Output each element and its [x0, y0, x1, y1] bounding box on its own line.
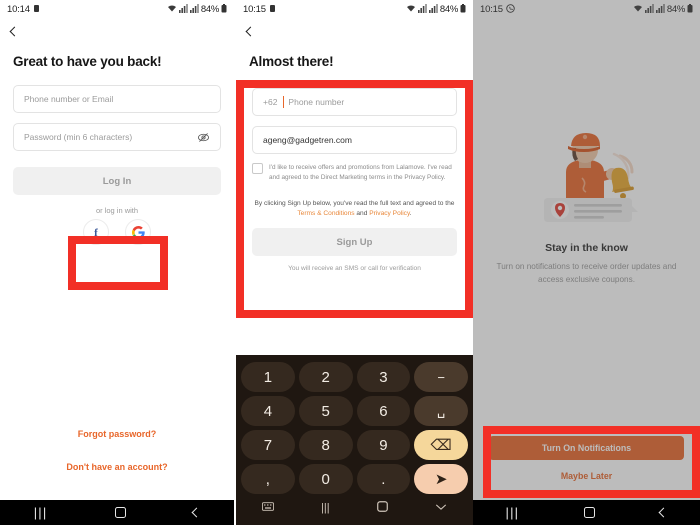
forgot-password-link[interactable]: Forgot password?: [0, 429, 234, 439]
notification-subtitle: Turn on notifications to receive order u…: [496, 262, 677, 284]
phone-screen-notifications: 10:15 84% Stay in the know Turn on notif…: [473, 0, 700, 525]
status-time: 10:15: [480, 3, 503, 15]
phone-screen-login: 10:14 84% Great to have you back! Phone …: [0, 0, 234, 525]
status-bar: 10:15 84%: [236, 0, 473, 18]
recents-button[interactable]: |||: [34, 505, 48, 520]
keypad-grid: 1 2 3 − 4 5 6 ␣ 7 8 9 ⌫ , 0 . ➤: [238, 359, 471, 497]
page-title: Great to have you back!: [13, 54, 162, 69]
keypad-nav-bar: |||: [238, 497, 471, 519]
wifi-icon: [406, 4, 416, 15]
android-nav-bar: |||: [0, 500, 234, 525]
keyboard-switch-icon[interactable]: [261, 502, 274, 514]
key-1[interactable]: 1: [241, 362, 295, 392]
home-button[interactable]: [114, 507, 126, 518]
key-3[interactable]: 3: [356, 362, 411, 392]
android-nav-bar: |||: [473, 500, 700, 525]
delivery-person-bell-illustration: [543, 133, 638, 222]
signal-icon: [655, 3, 665, 15]
backspace-icon[interactable]: ⌫: [414, 430, 468, 460]
battery-icon: [687, 3, 693, 15]
home-button[interactable]: [377, 501, 388, 515]
key-7[interactable]: 7: [241, 430, 295, 460]
highlight-box-notification-cta: [483, 426, 700, 498]
signal-icon: [428, 3, 438, 15]
key-dash[interactable]: −: [414, 362, 468, 392]
password-placeholder: Password (min 6 characters): [24, 132, 133, 142]
status-bar: 10:14 84%: [0, 0, 234, 18]
login-button[interactable]: Log In: [13, 167, 221, 195]
battery-icon: [221, 3, 227, 15]
key-5[interactable]: 5: [298, 396, 353, 426]
back-button[interactable]: [236, 18, 473, 44]
signal-icon: [189, 3, 199, 15]
back-nav-button[interactable]: [658, 507, 669, 518]
key-space[interactable]: ␣: [414, 396, 468, 426]
key-0[interactable]: 0: [298, 464, 353, 494]
key-8[interactable]: 8: [298, 430, 353, 460]
login-identifier-placeholder: Phone number or Email: [24, 94, 114, 104]
password-input[interactable]: Password (min 6 characters): [13, 123, 221, 151]
back-nav-button[interactable]: [191, 507, 202, 518]
notification-title: Stay in the know: [545, 242, 628, 254]
battery-percent: 84%: [666, 3, 685, 15]
recents-button[interactable]: |||: [321, 502, 330, 514]
signal-icon: [644, 3, 654, 15]
phone-screen-signup: 10:15 84% Almost there! +62 Phone number…: [236, 0, 473, 525]
battery-percent: 84%: [439, 3, 458, 15]
key-2[interactable]: 2: [298, 362, 353, 392]
screenshot-stage: 10:14 84% Great to have you back! Phone …: [0, 0, 700, 525]
battery-percent: 84%: [200, 3, 219, 15]
numeric-keypad: 1 2 3 − 4 5 6 ␣ 7 8 9 ⌫ , 0 . ➤ |||: [236, 355, 473, 525]
toggle-password-visibility-icon[interactable]: [197, 131, 210, 144]
battery-icon: [460, 3, 466, 15]
home-button[interactable]: [584, 507, 596, 518]
status-time: 10:14: [7, 3, 30, 15]
highlight-box-signup-form: [236, 80, 473, 318]
back-chevron-icon: [9, 26, 20, 36]
key-6[interactable]: 6: [356, 396, 411, 426]
back-button[interactable]: [0, 18, 234, 44]
back-chevron-icon: [245, 26, 256, 36]
wifi-icon: [167, 4, 177, 15]
status-time: 10:15: [243, 3, 266, 15]
login-identifier-input[interactable]: Phone number or Email: [13, 85, 221, 113]
collapse-keyboard-icon[interactable]: [435, 502, 447, 514]
highlight-box-social-login: [68, 236, 168, 290]
wifi-icon: [633, 4, 643, 15]
key-period[interactable]: .: [356, 464, 411, 494]
key-comma[interactable]: ,: [241, 464, 295, 494]
signal-icon: [178, 3, 188, 15]
notification-illustration: [473, 128, 700, 228]
signup-link[interactable]: Don't have an account?: [0, 462, 234, 472]
alarm-icon: [269, 4, 276, 15]
recents-button[interactable]: |||: [506, 505, 520, 520]
key-4[interactable]: 4: [241, 396, 295, 426]
or-login-with-label: or log in with: [95, 206, 139, 215]
signal-icon: [417, 3, 427, 15]
key-9[interactable]: 9: [356, 430, 411, 460]
page-title: Almost there!: [249, 54, 334, 69]
alarm-icon: [33, 4, 40, 15]
status-bar: 10:15 84%: [473, 0, 700, 18]
whatsapp-icon: [506, 3, 515, 15]
send-icon[interactable]: ➤: [414, 464, 468, 494]
